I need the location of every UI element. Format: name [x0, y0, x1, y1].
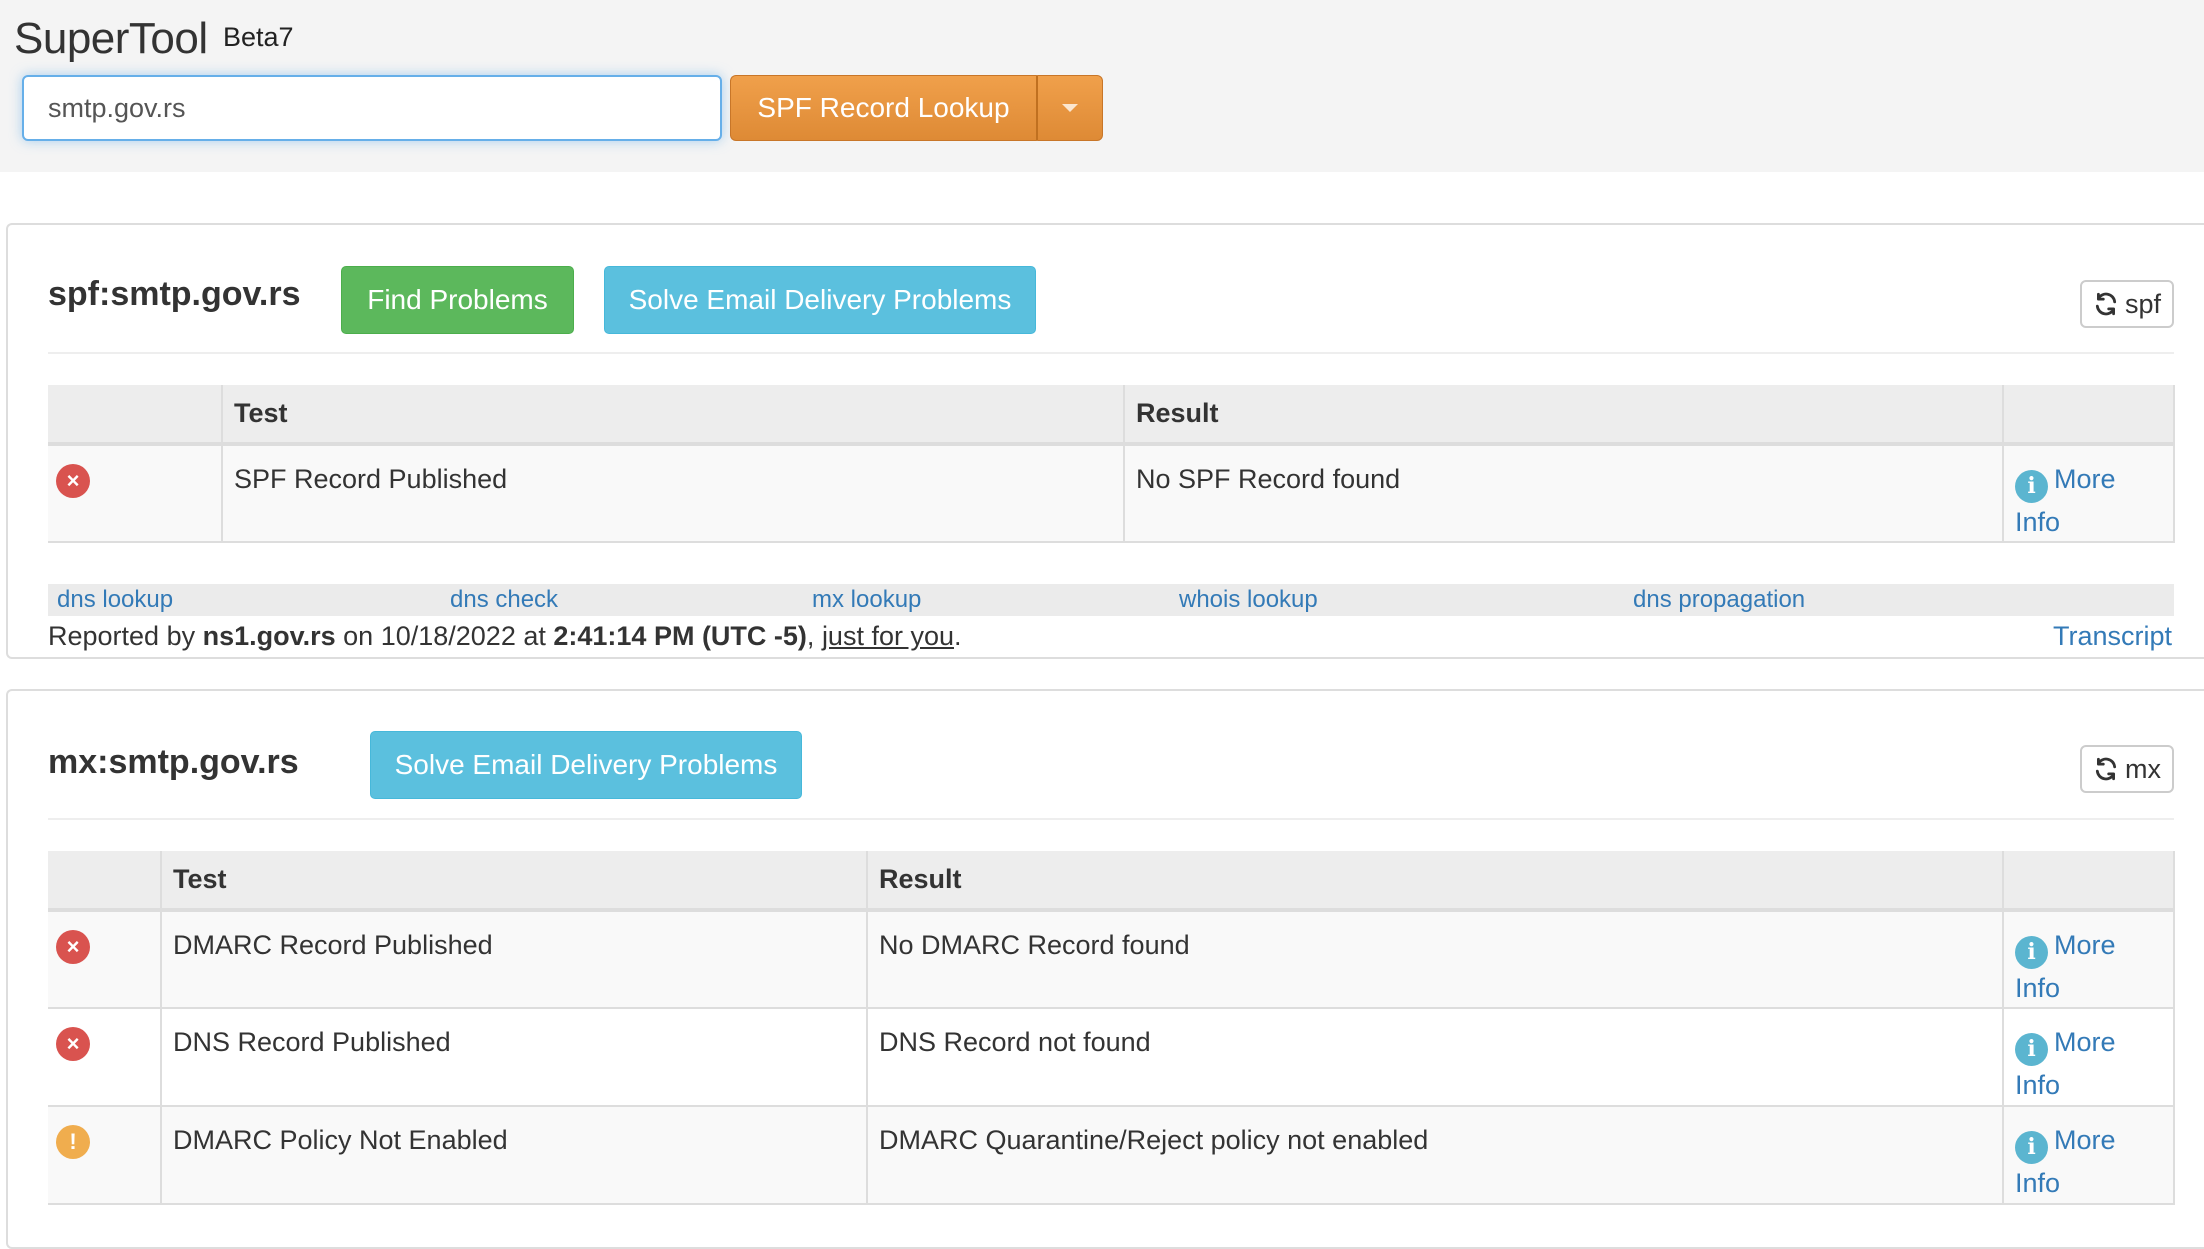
- more-info-label: More: [2054, 930, 2116, 960]
- error-icon: ×: [56, 464, 90, 498]
- more-info-label-2: Info: [2015, 1167, 2061, 1198]
- more-info-label-2: Info: [2015, 972, 2061, 1003]
- column-header-info: [2002, 385, 2175, 446]
- column-header-test: Test: [221, 385, 1124, 446]
- test-cell: DNS Record Published: [160, 1008, 867, 1107]
- column-header-info: [2002, 851, 2175, 912]
- reported-by-label: Reported by: [48, 621, 203, 651]
- dns-lookup-link[interactable]: dns lookup: [57, 584, 173, 616]
- test-cell: DMARC Policy Not Enabled: [160, 1106, 867, 1205]
- result-cell: DNS Record not found: [866, 1008, 2003, 1107]
- column-header-result: Result: [866, 851, 2003, 912]
- result-cell: No DMARC Record found: [866, 910, 2003, 1009]
- mx-results-table: Test Result × DMARC Record Published No …: [48, 851, 2175, 1205]
- table-row: × DMARC Record Published No DMARC Record…: [48, 910, 2175, 1009]
- warning-icon: !: [56, 1125, 90, 1159]
- table-header-row: Test Result: [48, 385, 2175, 446]
- result-cell: No SPF Record found: [1123, 444, 2003, 543]
- column-header-status: [48, 385, 222, 446]
- table-header-row: Test Result: [48, 851, 2175, 912]
- column-header-result: Result: [1123, 385, 2003, 446]
- more-info-label: More: [2054, 1027, 2116, 1057]
- more-info-cell: i More Info: [2002, 1008, 2175, 1107]
- status-cell: ×: [48, 1008, 161, 1107]
- report-footer: Reported by ns1.gov.rs on 10/18/2022 at …: [48, 621, 962, 652]
- domain-search-input[interactable]: [22, 75, 722, 141]
- brand-version: Beta7: [223, 22, 294, 52]
- dns-check-link[interactable]: dns check: [450, 584, 558, 616]
- whois-lookup-link[interactable]: whois lookup: [1179, 584, 1318, 616]
- more-info-link[interactable]: i More Info: [2015, 464, 2116, 537]
- result-cell: DMARC Quarantine/Reject policy not enabl…: [866, 1106, 2003, 1205]
- divider: [48, 818, 2174, 820]
- reporting-server: ns1.gov.rs: [202, 621, 336, 651]
- column-header-status: [48, 851, 161, 912]
- report-time: 2:41:14 PM (UTC -5): [553, 621, 807, 651]
- more-info-label: More: [2054, 1125, 2116, 1155]
- error-icon: ×: [56, 930, 90, 964]
- refresh-mx-button[interactable]: mx: [2080, 745, 2174, 793]
- info-icon: i: [2015, 469, 2048, 503]
- solve-email-delivery-problems-button[interactable]: Solve Email Delivery Problems: [370, 731, 802, 799]
- caret-down-icon: [1062, 104, 1078, 112]
- divider: [48, 352, 2174, 354]
- test-cell: SPF Record Published: [221, 444, 1124, 543]
- status-cell: ×: [48, 910, 161, 1009]
- report-date: 10/18/2022: [380, 621, 516, 651]
- more-info-link[interactable]: i More Info: [2015, 1125, 2116, 1198]
- refresh-icon: [2095, 292, 2117, 316]
- more-info-cell: i More Info: [2002, 444, 2175, 543]
- spf-results-table: Test Result × SPF Record Published No SP…: [48, 385, 2175, 543]
- more-info-link[interactable]: i More Info: [2015, 930, 2116, 1003]
- refresh-label: spf: [2124, 288, 2162, 319]
- table-row: × DNS Record Published DNS Record not fo…: [48, 1008, 2175, 1107]
- spf-result-panel: spf:smtp.gov.rs Find Problems Solve Emai…: [6, 223, 2204, 659]
- more-info-label-2: Info: [2015, 1069, 2061, 1100]
- table-row: × SPF Record Published No SPF Record fou…: [48, 444, 2175, 543]
- top-bar: SuperTool Beta7 SPF Record Lookup: [0, 0, 2204, 172]
- refresh-icon: [2095, 757, 2117, 781]
- info-icon: i: [2015, 935, 2048, 969]
- footer-text: ,: [806, 621, 822, 651]
- solve-email-delivery-problems-button[interactable]: Solve Email Delivery Problems: [604, 266, 1036, 334]
- footer-text: on: [335, 621, 381, 651]
- panel-title: spf:smtp.gov.rs: [48, 275, 301, 313]
- more-info-label: More: [2054, 464, 2116, 494]
- column-header-test: Test: [160, 851, 867, 912]
- test-cell: DMARC Record Published: [160, 910, 867, 1009]
- table-row: ! DMARC Policy Not Enabled DMARC Quarant…: [48, 1106, 2175, 1205]
- mx-result-panel: mx:smtp.gov.rs Solve Email Delivery Prob…: [6, 689, 2204, 1249]
- refresh-spf-button[interactable]: spf: [2080, 280, 2174, 328]
- find-problems-button[interactable]: Find Problems: [341, 266, 574, 334]
- footer-text: at: [515, 621, 554, 651]
- status-cell: !: [48, 1106, 161, 1205]
- more-info-link[interactable]: i More Info: [2015, 1027, 2116, 1100]
- info-icon: i: [2015, 1032, 2048, 1066]
- lookup-type-dropdown-button[interactable]: [1036, 75, 1103, 141]
- spf-record-lookup-button[interactable]: SPF Record Lookup: [730, 75, 1036, 141]
- mx-lookup-link[interactable]: mx lookup: [812, 584, 921, 616]
- info-icon: i: [2015, 1130, 2048, 1164]
- footer-text: .: [954, 621, 962, 651]
- just-for-you-link[interactable]: just for you: [822, 621, 954, 651]
- brand-title: SuperTool: [14, 14, 208, 63]
- transcript-link[interactable]: Transcript: [2053, 621, 2172, 652]
- tool-links-row: dns lookup dns check mx lookup whois loo…: [48, 584, 2174, 616]
- more-info-label-2: Info: [2015, 506, 2061, 537]
- panel-title: mx:smtp.gov.rs: [48, 743, 299, 781]
- more-info-cell: i More Info: [2002, 910, 2175, 1009]
- more-info-cell: i More Info: [2002, 1106, 2175, 1205]
- error-icon: ×: [56, 1027, 90, 1061]
- status-cell: ×: [48, 444, 222, 543]
- refresh-label: mx: [2125, 753, 2161, 784]
- dns-propagation-link[interactable]: dns propagation: [1633, 584, 1805, 616]
